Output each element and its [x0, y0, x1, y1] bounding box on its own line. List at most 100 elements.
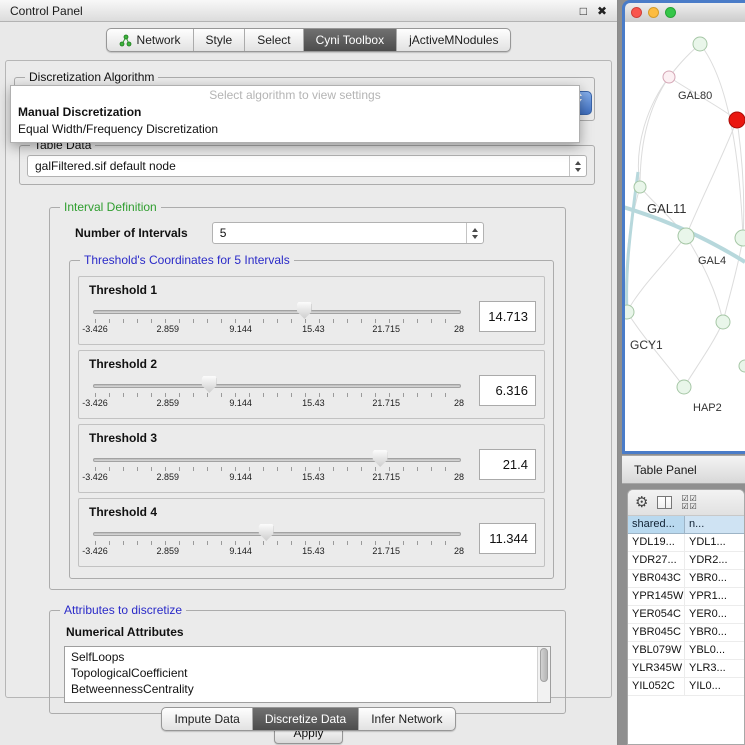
- tab-impute-data[interactable]: Impute Data: [162, 708, 252, 730]
- node[interactable]: [735, 230, 745, 246]
- dropdown-option-manual-discretization[interactable]: Manual Discretization: [11, 104, 579, 121]
- list-item[interactable]: TopologicalCoefficient: [71, 665, 534, 681]
- cell[interactable]: YIL0...: [685, 678, 744, 695]
- close-traffic-light-icon[interactable]: [631, 7, 642, 18]
- threshold-2-value-field[interactable]: 6.316: [479, 375, 536, 406]
- slider-tick-labels: -3.426 2.859 9.144 15.43 21.715 28: [95, 546, 459, 558]
- list-item[interactable]: BetweennessCentrality: [71, 681, 534, 697]
- cell[interactable]: YLR345W: [628, 660, 685, 677]
- column-header-name[interactable]: n...: [685, 516, 744, 533]
- slider-ticks: [95, 319, 459, 323]
- number-of-intervals-value: 5: [220, 226, 466, 240]
- threshold-1-value-field[interactable]: 14.713: [479, 301, 536, 332]
- cell[interactable]: YER0...: [685, 606, 744, 623]
- tab-infer-network[interactable]: Infer Network: [359, 708, 454, 730]
- cell[interactable]: YDR2...: [685, 552, 744, 569]
- list-item[interactable]: SelfLoops: [71, 649, 534, 665]
- interval-definition-group: Interval Definition Number of Intervals …: [49, 207, 566, 590]
- threshold-3-value-field[interactable]: 21.4: [479, 449, 536, 480]
- cell[interactable]: YIL052C: [628, 678, 685, 695]
- desktop: Control Panel □ ✖ Network Style: [0, 0, 745, 745]
- table-row[interactable]: YIL052CYIL0...: [628, 678, 744, 696]
- table-row[interactable]: YDL19...YDL1...: [628, 534, 744, 552]
- node[interactable]: [678, 228, 694, 244]
- cell[interactable]: YBR0...: [685, 624, 744, 641]
- node[interactable]: [739, 360, 745, 372]
- slider-thumb[interactable]: [373, 450, 388, 467]
- cell[interactable]: YDL19...: [628, 534, 685, 551]
- node-selected[interactable]: [729, 112, 745, 128]
- tab-network[interactable]: Network: [107, 29, 194, 51]
- dropdown-option-equal-width[interactable]: Equal Width/Frequency Discretization: [11, 121, 579, 138]
- column-checkbox-grid-icon[interactable]: ☑ ☑ ☑ ☑: [681, 495, 696, 511]
- cell[interactable]: YBR043C: [628, 570, 685, 587]
- restore-icon[interactable]: □: [580, 5, 587, 17]
- node[interactable]: [677, 380, 691, 394]
- threshold-3-slider[interactable]: -3.426 2.859 9.144 15.43 21.715 28: [89, 446, 465, 488]
- cell[interactable]: YDL1...: [685, 534, 744, 551]
- node[interactable]: [693, 37, 707, 51]
- node[interactable]: [663, 71, 675, 83]
- table-row[interactable]: YDR27...YDR2...: [628, 552, 744, 570]
- tab-jactivemodules[interactable]: jActiveMNodules: [397, 29, 510, 51]
- gear-icon[interactable]: ⚙: [635, 495, 648, 510]
- numerical-attributes-list[interactable]: SelfLoops TopologicalCoefficient Between…: [64, 646, 551, 703]
- table-data-combo[interactable]: galFiltered.sif default node: [27, 155, 587, 177]
- number-of-intervals-combo[interactable]: 5: [212, 222, 484, 244]
- column-browser-icon[interactable]: [657, 496, 672, 509]
- cell[interactable]: YER054C: [628, 606, 685, 623]
- tab-discretize-data[interactable]: Discretize Data: [253, 708, 359, 730]
- tick-label: -3.426: [82, 472, 108, 482]
- tick-label: -3.426: [82, 324, 108, 334]
- table-toolbar: ⚙ ☑ ☑ ☑ ☑: [628, 490, 744, 516]
- node[interactable]: [625, 305, 634, 319]
- cell[interactable]: YLR3...: [685, 660, 744, 677]
- tab-style[interactable]: Style: [194, 29, 246, 51]
- tab-network-label: Network: [137, 33, 181, 47]
- threshold-4-box: Threshold 4 -3.426 2.859 9.144 1: [78, 498, 545, 567]
- table-panel-header: Table Panel: [622, 455, 745, 484]
- node[interactable]: [716, 315, 730, 329]
- threshold-4-value-field[interactable]: 11.344: [479, 523, 536, 554]
- list-scrollbar[interactable]: [537, 647, 550, 702]
- tab-cyni-toolbox[interactable]: Cyni Toolbox: [304, 29, 397, 51]
- control-panel-titlebar: Control Panel □ ✖: [0, 0, 617, 22]
- tick-label: 2.859: [157, 472, 180, 482]
- tick-label: -3.426: [82, 546, 108, 556]
- column-header-shared-name[interactable]: shared...: [628, 516, 685, 533]
- table-row[interactable]: YLR345WYLR3...: [628, 660, 744, 678]
- network-canvas[interactable]: GAL80 GAL11 GAL4 GCY1 HAP2: [625, 22, 745, 451]
- threshold-1-slider[interactable]: -3.426 2.859 9.144 15.43 21.715 28: [89, 298, 465, 340]
- cell[interactable]: YBR0...: [685, 570, 744, 587]
- minimize-traffic-light-icon[interactable]: [648, 7, 659, 18]
- tick-label: 21.715: [372, 324, 400, 334]
- slider-tick-labels: -3.426 2.859 9.144 15.43 21.715 28: [95, 324, 459, 336]
- slider-thumb[interactable]: [202, 376, 217, 393]
- slider-thumb[interactable]: [259, 524, 274, 541]
- cell[interactable]: YPR145W: [628, 588, 685, 605]
- table-row[interactable]: YBL079WYBL0...: [628, 642, 744, 660]
- node[interactable]: [634, 181, 646, 193]
- table-data-combo-value: galFiltered.sif default node: [35, 159, 569, 173]
- zoom-traffic-light-icon[interactable]: [665, 7, 676, 18]
- threshold-4-label: Threshold 4: [89, 505, 536, 519]
- dropdown-placeholder-option[interactable]: Select algorithm to view settings: [11, 87, 579, 104]
- cell[interactable]: YBL079W: [628, 642, 685, 659]
- cell[interactable]: YDR27...: [628, 552, 685, 569]
- table-panel-title: Table Panel: [634, 463, 697, 477]
- cell[interactable]: YBR045C: [628, 624, 685, 641]
- tick-label: 9.144: [229, 472, 252, 482]
- slider-thumb[interactable]: [297, 302, 312, 319]
- table-row[interactable]: YBR045CYBR0...: [628, 624, 744, 642]
- threshold-4-slider[interactable]: -3.426 2.859 9.144 15.43 21.715 28: [89, 520, 465, 562]
- table-row[interactable]: YBR043CYBR0...: [628, 570, 744, 588]
- tab-cyni-toolbox-label: Cyni Toolbox: [316, 33, 384, 47]
- table-row[interactable]: YER054CYER0...: [628, 606, 744, 624]
- cell[interactable]: YPR1...: [685, 588, 744, 605]
- close-icon[interactable]: ✖: [597, 5, 607, 17]
- cell[interactable]: YBL0...: [685, 642, 744, 659]
- scrollbar-thumb[interactable]: [540, 648, 548, 682]
- table-row[interactable]: YPR145WYPR1...: [628, 588, 744, 606]
- tab-select[interactable]: Select: [245, 29, 303, 51]
- threshold-2-slider[interactable]: -3.426 2.859 9.144 15.43 21.715 28: [89, 372, 465, 414]
